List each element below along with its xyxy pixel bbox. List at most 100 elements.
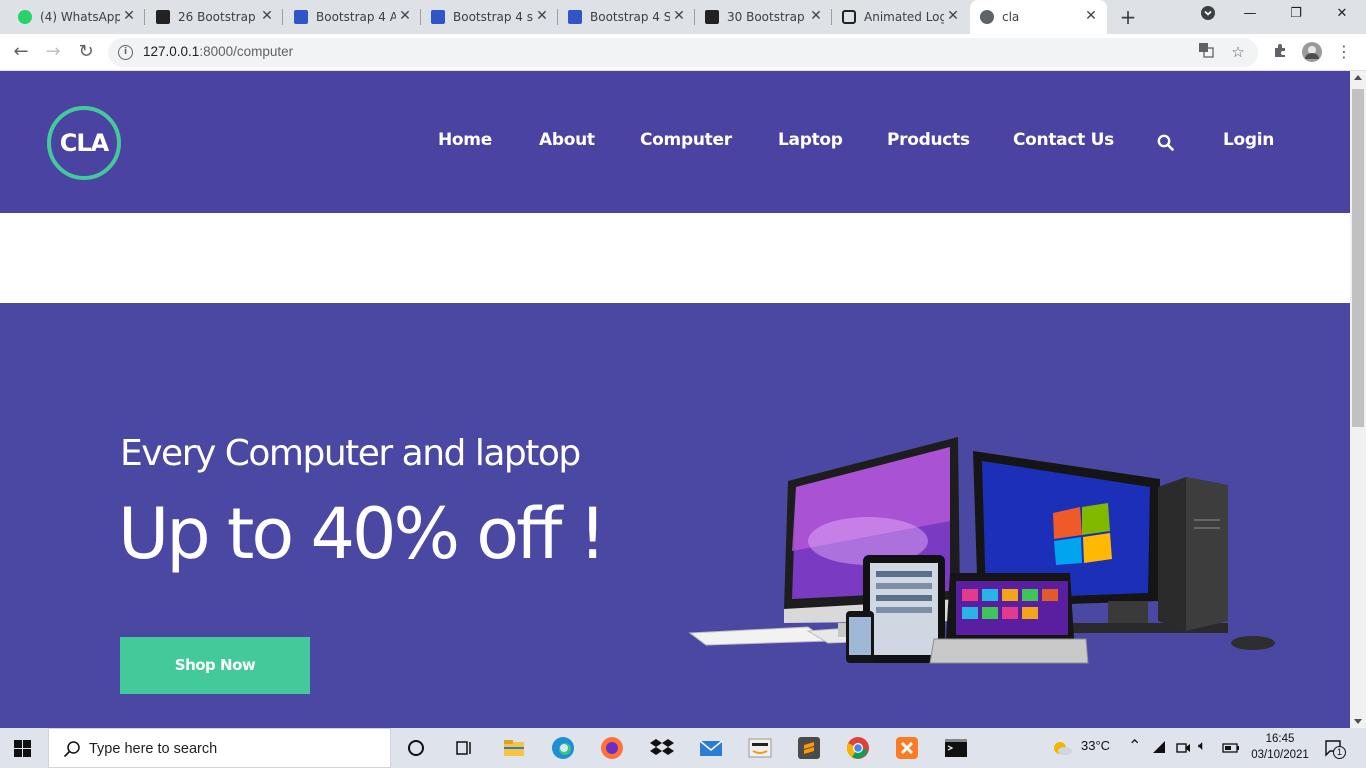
close-window-button[interactable]: ✕ [1330,6,1354,26]
close-tab-icon[interactable]: ✕ [397,8,413,24]
extensions-icon[interactable] [1270,42,1290,62]
reload-button[interactable]: ↻ [75,41,97,63]
hero-banner: Every Computer and laptop Up to 40% off … [0,303,1350,728]
back-button[interactable]: ← [10,41,32,63]
web-page: CLA Home About Computer Laptop Products … [0,71,1350,728]
clock-time: 16:45 [1265,733,1295,745]
mail-icon[interactable] [697,734,725,762]
taskbar-clock[interactable]: 16:45 03/10/2021 [1248,731,1312,763]
close-tab-icon[interactable]: ✕ [671,8,687,24]
profile-avatar[interactable] [1302,42,1322,62]
browser-tab[interactable]: 26 Bootstrap ✕ [146,0,283,34]
close-tab-icon[interactable]: ✕ [945,8,961,24]
wifi-icon[interactable] [1152,740,1168,756]
hero-subtitle: Every Computer and laptop [120,433,581,474]
close-tab-icon[interactable]: ✕ [1083,8,1099,24]
scroll-down-arrow[interactable] [1354,719,1362,724]
windows-taskbar: Type here to search 33°C ⌃ 🔈︎ 16:45 03/1… [0,728,1366,768]
hero-headline: Up to 40% off ! [118,493,607,575]
taskbar-search-placeholder: Type here to search [89,741,218,757]
xampp-icon[interactable] [893,734,921,762]
translate-icon[interactable] [1196,42,1216,62]
browser-tab[interactable]: Bootstrap 4 S ✕ [558,0,695,34]
search-icon[interactable] [1157,134,1174,151]
close-tab-icon[interactable]: ✕ [121,8,137,24]
restore-button[interactable]: ❐ [1284,6,1308,26]
browser-tab[interactable]: 30 Bootstrap ✕ [695,0,832,34]
whatsapp-icon [18,10,32,24]
browser-tab[interactable]: Bootstrap 4 si ✕ [421,0,558,34]
notification-badge: 1 [1333,746,1346,759]
new-tab-button[interactable]: + [1118,7,1138,27]
bookmark-star-icon[interactable]: ☆ [1228,42,1248,62]
codepen-icon [842,10,856,24]
site-info-icon[interactable]: i [118,45,133,60]
chrome-icon[interactable] [844,734,872,762]
temperature-label[interactable]: 33°C [1081,738,1110,753]
search-icon [63,741,80,758]
edge-icon[interactable] [549,734,577,762]
menu-kebab-icon[interactable]: ⋮ [1334,42,1354,62]
page-scrollbar[interactable] [1350,71,1366,728]
freefrontend-icon [156,10,170,24]
tab-search-icon[interactable] [1196,6,1220,26]
nav-computer[interactable]: Computer [640,130,732,150]
browser-tab-active[interactable]: cla ✕ [970,0,1107,34]
url-path: :8000/computer [199,44,294,59]
windows-start-icon[interactable] [14,740,31,757]
amazon-icon[interactable] [746,734,774,762]
tab-title: Bootstrap 4 si [453,10,533,24]
close-tab-icon[interactable]: ✕ [259,8,275,24]
nav-home[interactable]: Home [438,130,492,150]
globe-icon [980,10,994,24]
nav-contact-us[interactable]: Contact Us [1013,130,1114,150]
notification-center-icon[interactable]: 1 [1324,738,1346,759]
terminal-icon[interactable] [942,734,970,762]
tab-title: Bootstrap 4 A [316,10,396,24]
nav-about[interactable]: About [539,130,595,150]
url-host: 127.0.0.1 [143,44,200,59]
url-text[interactable]: 127.0.0.1:8000/computer [143,44,293,59]
meet-now-icon[interactable] [1175,740,1191,756]
browser-tab[interactable]: (4) WhatsApp ✕ [8,0,145,34]
browser-tab[interactable]: Animated Log ✕ [832,0,969,34]
cortana-icon[interactable] [402,734,430,762]
devices-illustration [688,437,1275,664]
dropbox-icon[interactable] [648,734,676,762]
nav-laptop[interactable]: Laptop [778,130,843,150]
file-explorer-icon[interactable] [500,734,528,762]
site-header: CLA Home About Computer Laptop Products … [0,71,1350,213]
browser-tab-bar: (4) WhatsApp ✕ 26 Bootstrap ✕ Bootstrap … [0,0,1366,34]
forward-button[interactable]: → [42,41,64,63]
tab-title: Bootstrap 4 S [590,10,670,24]
tab-title: 26 Bootstrap [178,10,256,24]
scroll-up-arrow[interactable] [1354,75,1362,80]
firefox-icon[interactable] [598,734,626,762]
blank-section [0,213,1350,303]
tab-title: 30 Bootstrap [727,10,805,24]
volume-icon[interactable]: 🔈︎ [1198,737,1206,754]
shop-now-button[interactable]: Shop Now [120,637,310,694]
battery-icon[interactable] [1222,742,1240,754]
browser-tab[interactable]: Bootstrap 4 A ✕ [284,0,421,34]
minimize-button[interactable]: — [1238,6,1262,26]
tab-title: (4) WhatsApp [40,10,120,24]
task-view-icon[interactable] [450,734,478,762]
clock-date: 03/10/2021 [1251,749,1309,761]
address-bar[interactable]: i 127.0.0.1:8000/computer ☆ [108,38,1258,67]
tab-title: cla [1002,10,1020,24]
nav-products[interactable]: Products [887,130,970,150]
weather-icon[interactable] [1050,736,1074,760]
show-hidden-icons-chevron-up-icon[interactable]: ⌃ [1128,736,1141,756]
site-logo[interactable]: CLA [47,106,121,180]
taskbar-search-box[interactable]: Type here to search [48,728,391,768]
tab-separator [144,9,145,25]
close-tab-icon[interactable]: ✕ [808,8,824,24]
bootstrap-icon [431,10,445,24]
sublime-text-icon[interactable] [795,734,823,762]
tab-separator [282,9,283,25]
close-tab-icon[interactable]: ✕ [534,8,550,24]
scrollbar-thumb[interactable] [1352,89,1364,427]
browser-toolbar: ← → ↻ i 127.0.0.1:8000/computer ☆ ⋮ [0,34,1366,71]
nav-login[interactable]: Login [1223,130,1274,150]
